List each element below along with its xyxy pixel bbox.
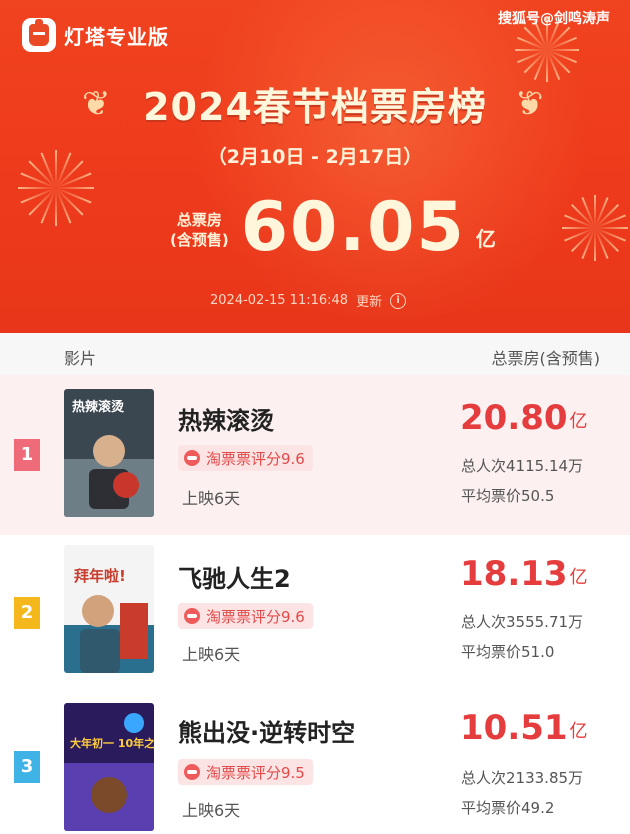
release-days: 上映6天 [182,645,241,664]
rating-badge: 淘票票评分9.6 [178,445,313,471]
banner: 灯塔专业版 搜狐号@剑鸣涛声 ❦ ❦ 2024春节档票房榜 （2月10日 - 2… [0,0,630,333]
box-office: 10.51 亿 [460,709,588,747]
film-name[interactable]: 飞驰人生2 [178,559,291,594]
box-office-value: 20.80 [460,398,568,438]
poster-title-text: 拜年啦! [74,567,126,585]
release-days: 上映6天 [182,801,241,820]
table-row[interactable]: 2 拜年啦! 飞驰人生2 淘票票评分9.6 上映6天 18.13 亿 总人次35… [0,535,630,695]
taopiaopiao-icon [184,764,200,780]
poster-boxing-glove [113,472,139,498]
rating-text: 淘票票评分9.6 [206,607,305,626]
total-box-office: 总票房 (含预售) 60.05 亿 [170,192,496,264]
poster-figure-head [93,435,125,467]
box-office-value: 18.13 [460,554,568,594]
table-row[interactable]: 1 热辣滚烫 热辣滚烫 淘票票评分9.6 上映6天 20.80 亿 总人次411… [0,375,630,535]
film-name[interactable]: 熊出没·逆转时空 [178,713,355,748]
column-header-box-office[interactable]: 总票房(含预售) [492,345,601,369]
box-office-unit: 亿 [569,411,588,432]
info-icon[interactable]: i [390,292,407,309]
rating-text: 淘票票评分9.5 [206,763,305,782]
lighthouse-icon [22,18,56,52]
box-office-unit: 亿 [569,721,588,742]
admissions: 总人次3555.71万 [461,613,584,631]
rating-badge: 淘票票评分9.6 [178,603,313,629]
firework-right [562,195,628,261]
watermark: 搜狐号@剑鸣涛声 [498,11,610,27]
poster-glow [124,713,144,733]
table-row[interactable]: 3 大年初一 10年之约 熊出没·逆转时空 淘票票评分9.5 上映6天 10.5… [0,695,630,834]
poster-figure-head [82,595,114,627]
poster-image: 大年初一 10年之约 [64,703,154,831]
poster-image: 热辣滚烫 [64,389,154,517]
release-days: 上映6天 [182,489,241,508]
app-logo-text: 灯塔专业版 [64,24,169,49]
rank-badge: 2 [14,597,40,629]
updated-timestamp: 2024-02-15 11:16:48 [210,293,349,308]
date-range: （2月10日 - 2月17日） [207,146,423,168]
page-title: 2024春节档票房榜 [143,85,487,129]
rank-badge: 1 [14,439,40,471]
table-header: 影片 总票房(含预售) [0,333,630,375]
taopiaopiao-icon [184,450,200,466]
rank-badge: 3 [14,751,40,783]
box-office: 20.80 亿 [460,399,588,437]
box-office-value: 10.51 [460,708,568,748]
taopiaopiao-icon [184,608,200,624]
admissions: 总人次4115.14万 [461,457,584,475]
poster-image: 拜年啦! [64,545,154,673]
box-office: 18.13 亿 [460,555,588,593]
total-label-line2: (含预售) [170,231,229,249]
updated-label: 更新 [356,295,383,310]
poster-figure-body [80,629,120,673]
column-header-film: 影片 [64,349,97,368]
total-value: 60.05 [240,188,466,267]
total-label: 总票房 (含预售) [170,210,229,250]
admissions: 总人次2133.85万 [461,769,584,787]
average-price: 平均票价49.2 [461,799,555,817]
box-office-unit: 亿 [569,567,588,588]
firework-ray [18,187,56,189]
average-price: 平均票价50.5 [461,487,555,505]
movie-poster[interactable]: 热辣滚烫 [64,389,154,517]
total-unit: 亿 [475,227,496,251]
poster-title-text: 热辣滚烫 [72,399,125,415]
movie-poster[interactable]: 拜年啦! [64,545,154,673]
film-name[interactable]: 热辣滚烫 [178,401,274,436]
average-price: 平均票价51.0 [461,643,555,661]
rating-text: 淘票票评分9.6 [206,449,305,468]
updated-time: 2024-02-15 11:16:48 更新 i [210,291,407,310]
app-logo[interactable]: 灯塔专业版 [22,18,169,52]
poster-side-banner [120,603,148,659]
rating-badge: 淘票票评分9.5 [178,759,313,785]
total-label-line1: 总票房 [176,211,222,229]
poster-title-text: 大年初一 10年之约 [70,736,154,750]
movie-poster[interactable]: 大年初一 10年之约 [64,703,154,831]
poster-figure-head [91,777,127,813]
